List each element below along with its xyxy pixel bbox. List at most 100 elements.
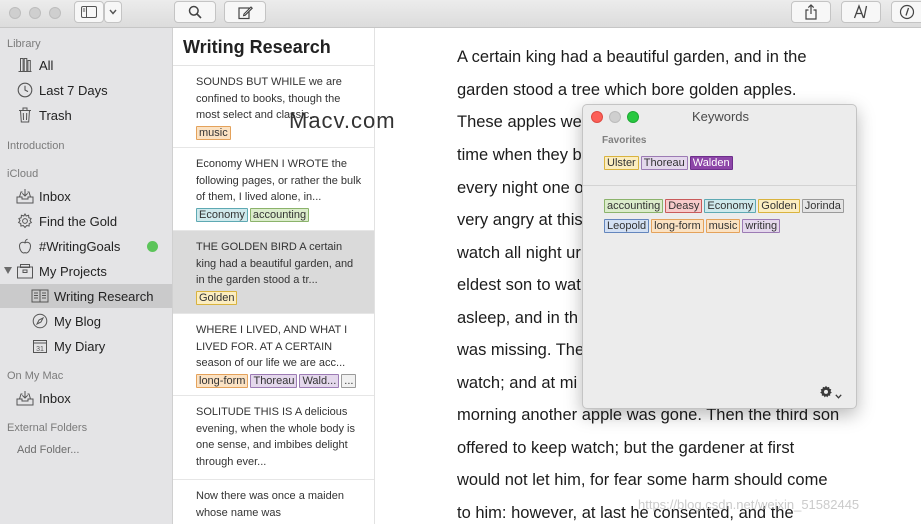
- chevron-down-icon: [835, 386, 842, 404]
- sidebar-item-find-the-gold[interactable]: Find the Gold: [0, 209, 172, 233]
- sheet-list-item[interactable]: SOUNDS BUT WHILE we are confined to book…: [173, 66, 374, 148]
- zoom-window-button[interactable]: [49, 7, 61, 19]
- editor-line: garden stood a tree which bore golden ap…: [457, 81, 797, 99]
- panel-title: Keywords: [691, 109, 750, 124]
- keyword-tag[interactable]: Leopold: [604, 219, 650, 233]
- section-header-on-my-mac: On My Mac: [7, 370, 64, 382]
- sidebar-item-label: Inbox: [39, 390, 71, 406]
- keyword-tag[interactable]: Thoreau: [640, 156, 688, 170]
- sheet-preview-text: THE GOLDEN BIRD A certain king had a bea…: [196, 241, 354, 286]
- keyword-tag[interactable]: Ulster: [604, 156, 639, 170]
- sidebar-item-label: My Projects: [39, 263, 107, 279]
- sidebar-item-trash[interactable]: Trash: [0, 103, 172, 127]
- inbox-icon: [16, 389, 34, 407]
- typography-icon: [853, 4, 869, 20]
- editor-line: was missing. The: [457, 341, 585, 359]
- keyword-tag[interactable]: Golden: [758, 199, 800, 213]
- sheet-list: Writing Research SOUNDS BUT WHILE we are…: [173, 28, 375, 524]
- sheet-list-item[interactable]: SOLITUDE THIS IS A delicious evening, wh…: [173, 396, 374, 480]
- apple-icon: [16, 237, 34, 255]
- keyword-tag[interactable]: Economy: [704, 199, 757, 213]
- section-header-library: Library: [7, 38, 41, 50]
- keyword-tag[interactable]: long-form: [651, 219, 704, 233]
- window-toolbar: [0, 0, 921, 28]
- sidebar-toggle-button[interactable]: [74, 1, 104, 23]
- sheet-preview-text: WHERE I LIVED, AND WHAT I LIVED FOR. AT …: [196, 324, 348, 369]
- sidebar-mode-menu-button[interactable]: [104, 1, 122, 23]
- keywords-settings-button[interactable]: [819, 385, 842, 404]
- sidebar-item-label: Writing Research: [54, 288, 154, 304]
- keyword-tag[interactable]: Deasy: [665, 199, 703, 213]
- editor-line: offered to keep watch; but the gardener …: [457, 439, 795, 457]
- goal-status-indicator: [147, 241, 158, 252]
- section-header-introduction[interactable]: Introduction: [7, 140, 64, 152]
- library-icon: [16, 56, 34, 74]
- sidebar-item-my-blog[interactable]: My Blog: [0, 309, 172, 333]
- sidebar-item-last-7-days[interactable]: Last 7 Days: [0, 78, 172, 102]
- sidebar-item-label: #WritingGoals: [39, 238, 121, 254]
- sheet-list-item-selected[interactable]: THE GOLDEN BIRD A certain king had a bea…: [173, 231, 374, 314]
- keyword-tag: Thoreau: [250, 374, 298, 388]
- search-icon: [188, 5, 202, 19]
- keyword-tag[interactable]: accounting: [604, 199, 664, 213]
- typography-button[interactable]: [841, 1, 881, 23]
- editor-line: asleep, and in th: [457, 309, 579, 327]
- keyword-tag[interactable]: Walden: [689, 156, 733, 170]
- more-keywords-tag[interactable]: ...: [341, 374, 357, 388]
- sheet-preview-text: Now there was once a maiden whose name w…: [196, 490, 344, 519]
- clock-icon: [16, 81, 34, 99]
- keyword-tag: Wald...: [299, 374, 340, 388]
- book-icon: [31, 287, 49, 305]
- editor-line: watch all night ur: [457, 244, 581, 262]
- sidebar-item-label: Find the Gold: [39, 213, 118, 229]
- sheet-preview-text: SOLITUDE THIS IS A delicious evening, wh…: [196, 406, 355, 468]
- sidebar-item-writing-research[interactable]: Writing Research: [0, 284, 172, 308]
- projects-icon: [16, 262, 34, 280]
- group-title: Writing Research: [183, 37, 331, 57]
- sidebar-item-label: All: [39, 57, 54, 73]
- watermark-macv: Macv.com: [289, 108, 396, 133]
- add-folder-link[interactable]: Add Folder...: [17, 444, 79, 456]
- sidebar-item-label: My Diary: [54, 338, 106, 354]
- share-button[interactable]: [791, 1, 831, 23]
- sheet-list-item[interactable]: Economy WHEN I WROTE the following pages…: [173, 148, 374, 231]
- search-button[interactable]: [174, 1, 216, 23]
- keyword-tag: accounting: [249, 208, 310, 222]
- sidebar-item-all[interactable]: All: [0, 53, 172, 77]
- sidebar: Library All Last 7 Days Trash Introducti…: [0, 28, 173, 524]
- sidebar-item-icloud-inbox[interactable]: Inbox: [0, 184, 172, 208]
- sheet-list-item[interactable]: WHERE I LIVED, AND WHAT I LIVED FOR. AT …: [173, 314, 374, 396]
- sheet-preview-text: Economy WHEN I WROTE the following pages…: [196, 158, 362, 203]
- sidebar-item-mac-inbox[interactable]: Inbox: [0, 386, 172, 410]
- new-sheet-button[interactable]: [224, 1, 266, 23]
- trash-icon: [16, 106, 34, 124]
- close-window-button[interactable]: [9, 7, 21, 19]
- keyword-tag[interactable]: writing: [742, 219, 781, 233]
- info-button[interactable]: [891, 1, 921, 23]
- sidebar-item-label: My Blog: [54, 313, 101, 329]
- sidebar-item-label: Inbox: [39, 188, 71, 204]
- chevron-down-icon: [109, 9, 117, 15]
- keywords-panel: Keywords Favorites Ulster Thoreau Walden…: [582, 104, 857, 409]
- sidebar-item-writing-goals[interactable]: #WritingGoals: [0, 234, 172, 258]
- favorite-keywords: Ulster Thoreau Walden: [604, 156, 733, 170]
- watermark-url: https://blog.csdn.net/weixin_51582445: [638, 497, 860, 512]
- section-header-external-folders: External Folders: [7, 422, 88, 434]
- sidebar-item-my-diary[interactable]: 31 My Diary: [0, 334, 172, 358]
- calendar-day-number: 31: [36, 346, 44, 353]
- minimize-window-button[interactable]: [29, 7, 41, 19]
- favorites-label: Favorites: [602, 135, 647, 146]
- sheet-list-item[interactable]: Now there was once a maiden whose name w…: [173, 480, 374, 524]
- gear-icon: [16, 212, 34, 230]
- inbox-icon: [16, 187, 34, 205]
- disclosure-triangle-icon[interactable]: [4, 267, 12, 274]
- sidebar-item-label: Trash: [39, 107, 72, 123]
- sidebar-item-my-projects[interactable]: My Projects: [0, 259, 172, 283]
- keyword-tag: Golden: [196, 291, 238, 305]
- editor-line: watch; and at mi: [457, 374, 578, 392]
- keyword-tag[interactable]: Jorinda: [801, 199, 844, 213]
- keyword-tag[interactable]: music: [705, 219, 741, 233]
- compose-icon: [237, 5, 253, 20]
- editor-line: time when they b: [457, 146, 582, 164]
- section-header-icloud: iCloud: [7, 168, 39, 180]
